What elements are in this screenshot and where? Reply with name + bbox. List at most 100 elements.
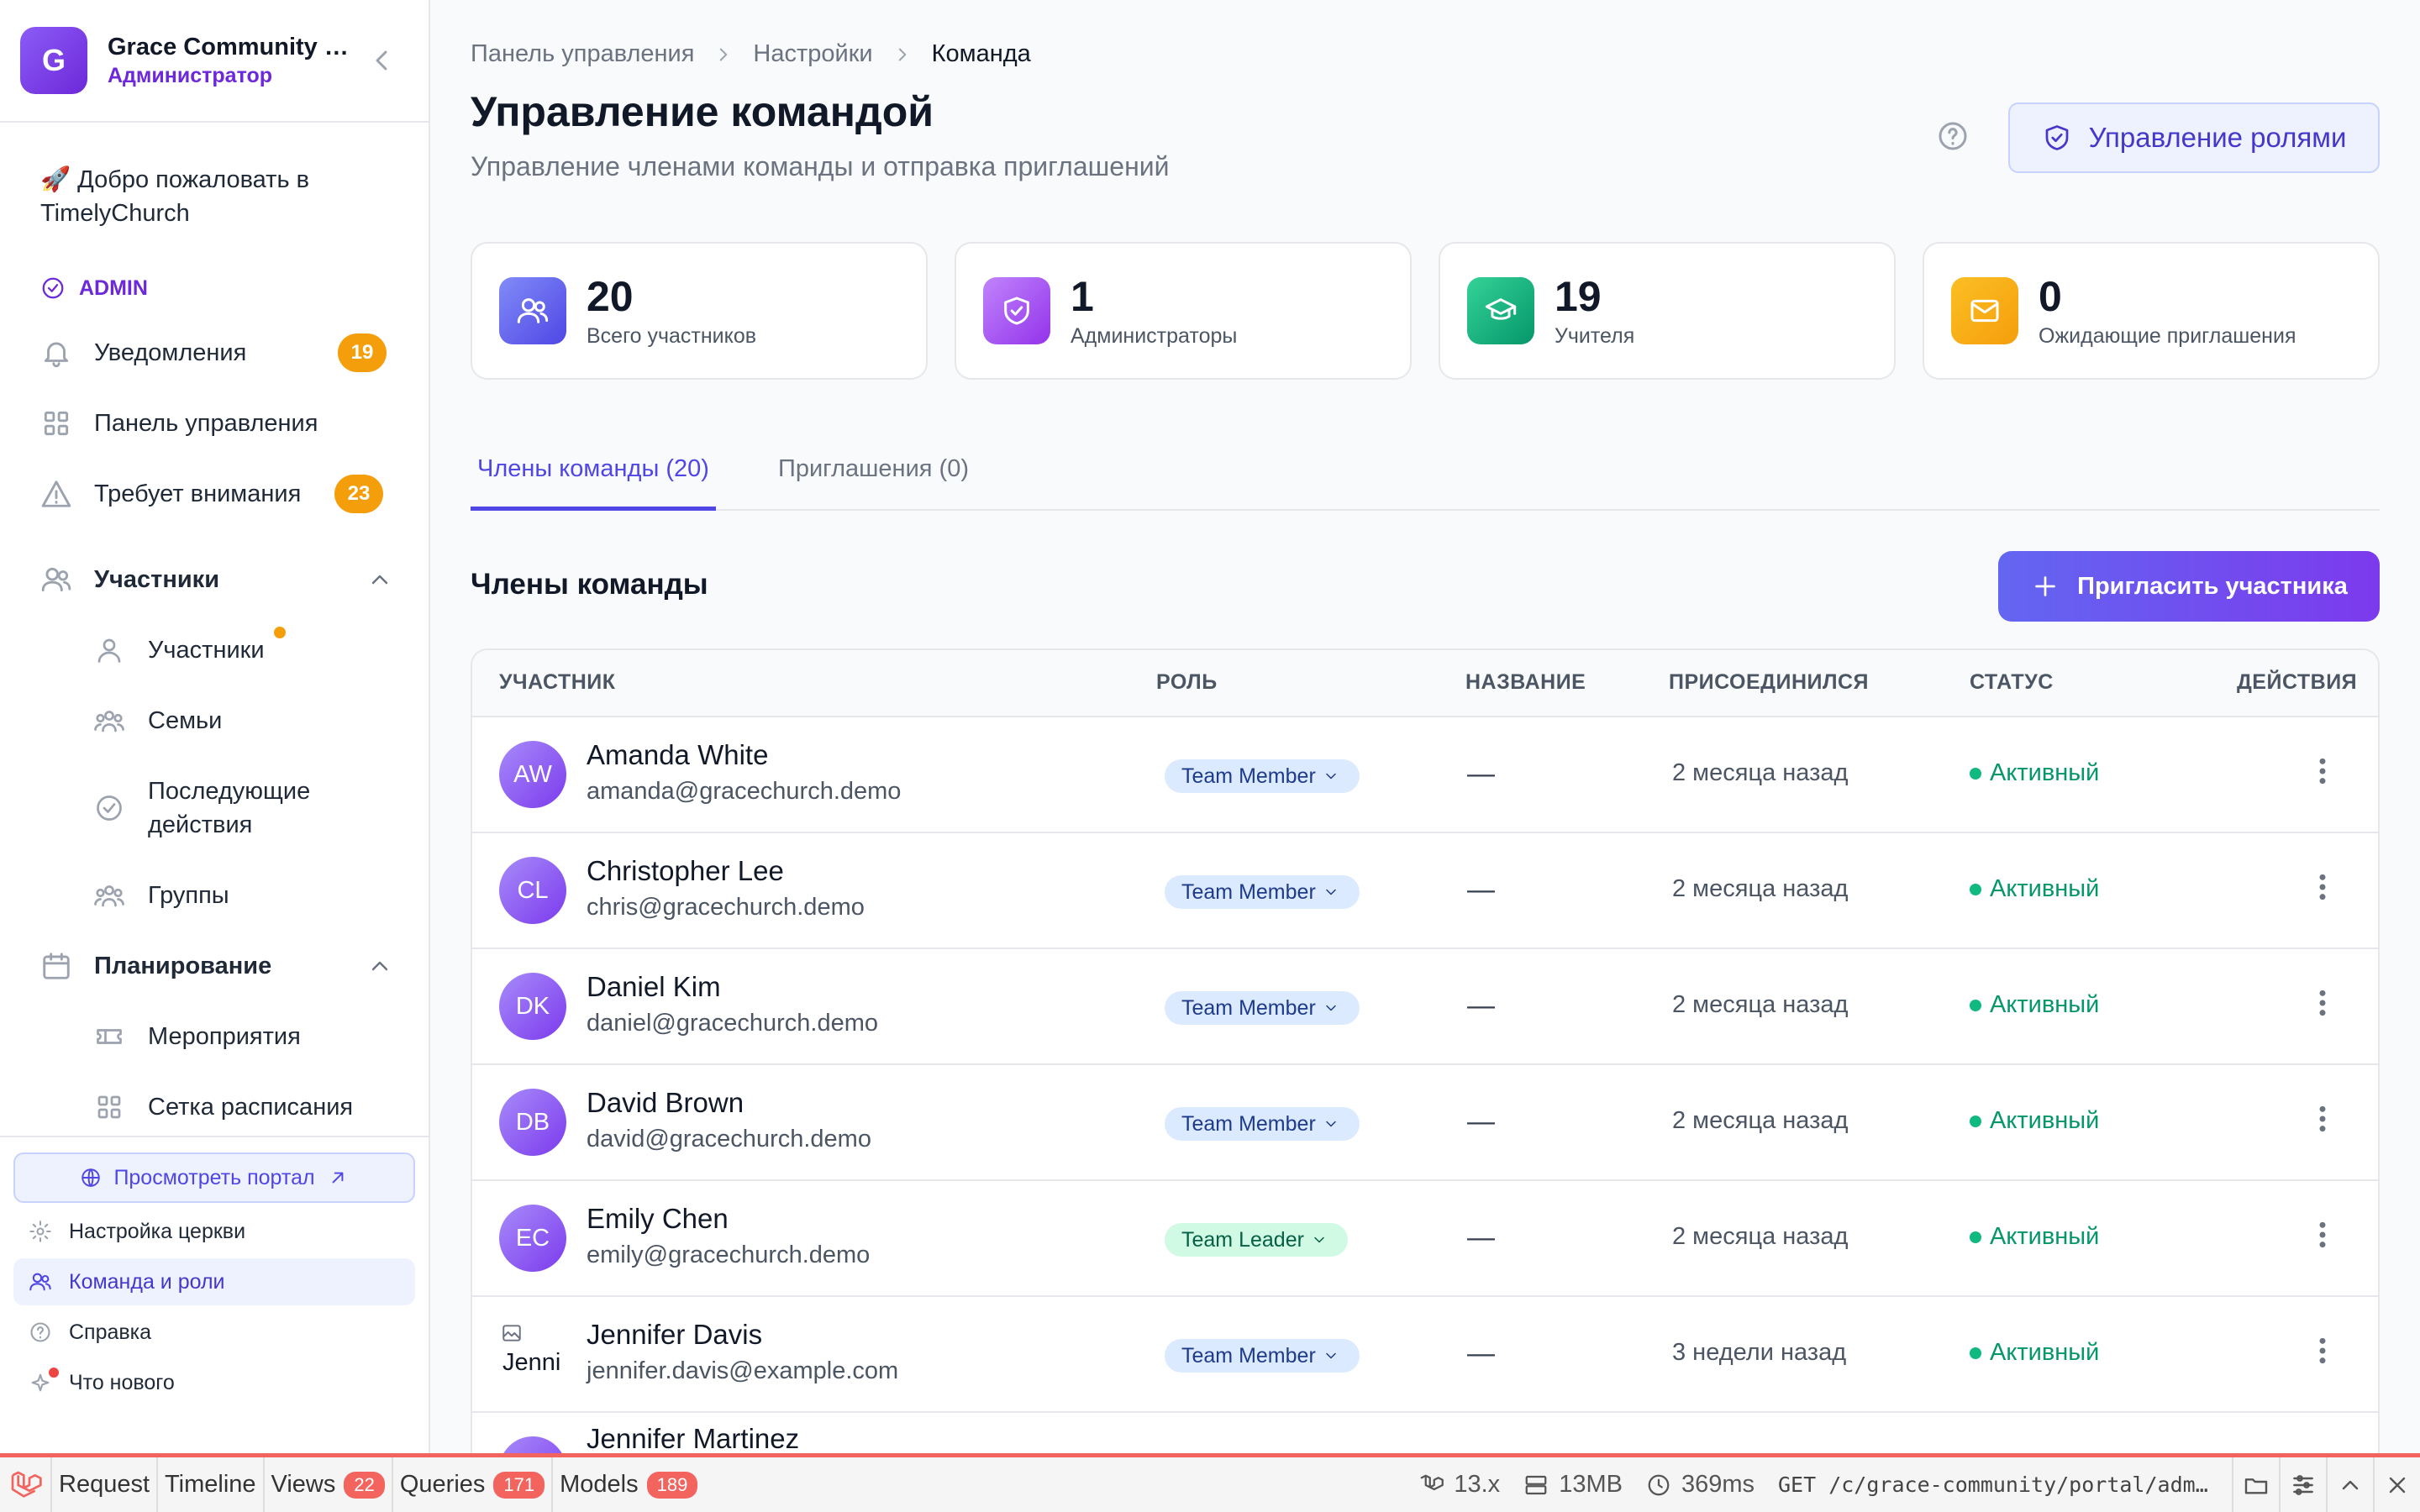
stat-card-teachers: 19 Учителя	[1439, 242, 1896, 380]
debug-info: 13.x 13MB 369ms GET /c/grace-community/p…	[1418, 1457, 2420, 1512]
help-circle-icon	[29, 1320, 52, 1344]
bell-icon	[40, 337, 72, 369]
sidebar-footer: Просмотреть портал Настройка церкви Кома…	[0, 1136, 429, 1453]
avatar: AW	[499, 741, 566, 808]
section-title: Члены команды	[471, 568, 708, 601]
avatar: EC	[499, 1205, 566, 1272]
debug-tab-label: Timeline	[165, 1471, 256, 1498]
warning-icon	[40, 478, 72, 510]
debug-close-button[interactable]	[2373, 1457, 2420, 1512]
debug-request-path[interactable]: GET /c/grace-community/portal/admin/sett…	[1778, 1473, 2215, 1497]
family-icon	[94, 706, 124, 736]
status-dot	[1970, 1347, 1981, 1359]
nav-help[interactable]: Справка	[13, 1309, 415, 1356]
nav-section-members[interactable]: Участники	[40, 556, 393, 603]
debug-memory-text: 13MB	[1559, 1471, 1623, 1498]
more-vertical-icon[interactable]	[2306, 754, 2339, 788]
breadcrumb-current: Команда	[931, 40, 1031, 67]
plus-icon	[2030, 571, 2060, 601]
nav-item-families[interactable]: Семьи	[94, 704, 397, 738]
org-switcher[interactable]: G Grace Community Church Администратор	[20, 27, 410, 94]
folder-open-icon	[2243, 1472, 2270, 1499]
role-select[interactable]: Team Member	[1165, 1107, 1360, 1141]
nav-attention[interactable]: Требует внимания 23	[40, 470, 393, 517]
breadcrumb-link[interactable]: Панель управления	[471, 40, 694, 68]
nav-dashboard[interactable]: Панель управления	[40, 400, 393, 447]
laravel-logo-icon[interactable]	[0, 1457, 52, 1512]
debug-count: 189	[646, 1471, 698, 1499]
help-circle-icon[interactable]	[1936, 119, 1970, 153]
nav-item-groups[interactable]: Группы	[94, 879, 397, 912]
manage-roles-button[interactable]: Управление ролями	[2008, 102, 2380, 173]
nav-notifications[interactable]: Уведомления 19	[40, 329, 393, 376]
nav-team-roles[interactable]: Команда и роли	[13, 1258, 415, 1305]
avatar-alt-text: Jenni	[502, 1349, 561, 1376]
role-select[interactable]: Team Member	[1165, 875, 1360, 909]
nav-item-events[interactable]: Мероприятия	[94, 1020, 397, 1053]
group-icon	[94, 880, 124, 911]
view-portal-button[interactable]: Просмотреть портал	[13, 1152, 415, 1203]
nav-item-followups[interactable]: Последующие действия	[94, 774, 397, 842]
users-icon	[40, 564, 72, 596]
debug-settings-button[interactable]	[2279, 1457, 2326, 1512]
sidebar: G Grace Community Church Администратор 🚀…	[0, 0, 430, 1453]
member-title: —	[1467, 874, 1495, 905]
chevron-down-icon	[1323, 1347, 1339, 1364]
nav-label: Мероприятия	[148, 1023, 301, 1050]
joined-date: 2 месяца назад	[1672, 875, 1849, 902]
chevron-up-icon	[366, 566, 393, 593]
chevron-left-icon[interactable]	[365, 44, 398, 77]
team-table: УЧАСТНИК РОЛЬ НАЗВАНИЕ ПРИСОЕДИНИЛСЯ СТА…	[471, 648, 2380, 1455]
shield-check-icon	[1000, 294, 1034, 328]
member-name: Daniel Kim	[587, 971, 721, 1002]
role-select[interactable]: Team Member	[1165, 759, 1360, 793]
debug-count: 22	[344, 1471, 385, 1499]
external-link-icon	[327, 1167, 349, 1189]
org-name: Grace Community Church	[108, 34, 360, 60]
invite-member-button[interactable]: Пригласить участника	[1998, 551, 2380, 622]
notifications-badge: 19	[338, 333, 387, 372]
nav-item-schedule-grid[interactable]: Сетка расписания	[94, 1090, 397, 1124]
check-circle-icon	[40, 276, 66, 301]
tab-invites[interactable]: Приглашения (0)	[771, 455, 976, 511]
welcome-link[interactable]: 🚀 Добро пожаловать в TimelyChurch	[40, 163, 393, 230]
nav-church-setup[interactable]: Настройка церкви	[13, 1208, 415, 1255]
role-select[interactable]: Team Leader	[1165, 1223, 1348, 1257]
nav-whats-new[interactable]: Что нового	[13, 1359, 415, 1406]
tab-members[interactable]: Члены команды (20)	[471, 455, 716, 511]
debug-version: 13.x	[1418, 1471, 1500, 1499]
page-subtitle: Управление членами команды и отправка пр…	[471, 151, 1170, 181]
stat-value: 1	[1071, 273, 1094, 320]
role-select[interactable]: Team Member	[1165, 991, 1360, 1025]
debug-expand-button[interactable]	[2326, 1457, 2373, 1512]
role-label: Team Leader	[1181, 1227, 1304, 1252]
chevron-up-icon	[366, 953, 393, 979]
breadcrumb-link[interactable]: Настройки	[753, 40, 872, 68]
more-vertical-icon[interactable]	[2306, 870, 2339, 904]
nav-section-planning[interactable]: Планирование	[40, 942, 393, 990]
nav-item-members[interactable]: Участники	[94, 633, 397, 667]
col-role: РОЛЬ	[1156, 670, 1218, 694]
col-status: СТАТУС	[1970, 670, 2054, 694]
divider	[0, 121, 429, 123]
debug-tab-models[interactable]: Models 189	[553, 1457, 704, 1512]
debug-open-button[interactable]	[2232, 1457, 2279, 1512]
more-vertical-icon[interactable]	[2306, 1102, 2339, 1136]
shield-check-icon	[2042, 123, 2072, 153]
role-select[interactable]: Team Member	[1165, 1339, 1360, 1373]
status-badge: Активный	[1970, 1107, 2099, 1135]
debug-tab-request[interactable]: Request	[52, 1457, 159, 1512]
debug-tab-label: Views	[271, 1471, 336, 1498]
more-vertical-icon[interactable]	[2306, 986, 2339, 1020]
debug-tab-views[interactable]: Views 22	[265, 1457, 393, 1512]
sliders-icon	[2290, 1472, 2317, 1499]
debug-tab-queries[interactable]: Queries 171	[393, 1457, 554, 1512]
member-email: jennifer.davis@example.com	[587, 1357, 899, 1384]
more-vertical-icon[interactable]	[2306, 1218, 2339, 1252]
table-row: Jenni Jennifer Davis jennifer.davis@exam…	[472, 1297, 2378, 1413]
member-name: Emily Chen	[587, 1203, 729, 1234]
role-label: Team Member	[1181, 995, 1316, 1020]
debug-tab-timeline[interactable]: Timeline	[158, 1457, 265, 1512]
view-portal-label: Просмотреть портал	[113, 1165, 315, 1189]
more-vertical-icon[interactable]	[2306, 1334, 2339, 1368]
